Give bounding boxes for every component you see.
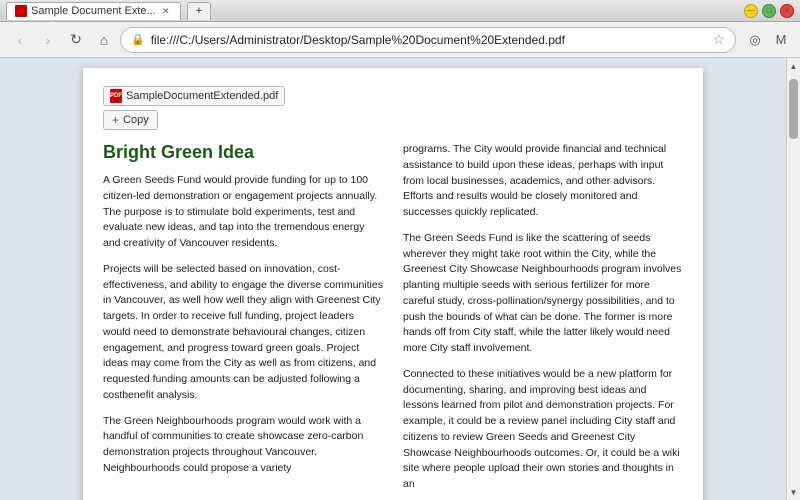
tab-close-button[interactable]: ✕ xyxy=(160,5,172,17)
forward-button[interactable]: › xyxy=(36,28,60,52)
maximize-button[interactable]: □ xyxy=(762,4,776,18)
plus-icon: + xyxy=(112,113,119,127)
paragraph-2: Projects will be selected based on innov… xyxy=(103,262,383,404)
new-tab-icon: + xyxy=(196,5,202,17)
left-column: Bright Green Idea A Green Seeds Fund wou… xyxy=(103,142,383,500)
tab-area: Sample Document Exte... ✕ + xyxy=(6,2,211,20)
reload-icon: ↻ xyxy=(70,31,82,48)
paragraph-1: A Green Seeds Fund would provide funding… xyxy=(103,173,383,252)
browser-content: PDF SampleDocumentExtended.pdf + Copy Br… xyxy=(0,58,800,500)
right-column: programs. The City would provide financi… xyxy=(403,142,683,500)
extension-icon-1[interactable]: ◎ xyxy=(744,29,766,51)
new-tab-button[interactable]: + xyxy=(187,2,211,20)
reload-button[interactable]: ↻ xyxy=(64,28,88,52)
scrollbar: ▲ ▼ xyxy=(786,58,800,500)
paragraph-6: Connected to these initiatives would be … xyxy=(403,367,683,493)
title-bar: Sample Document Exte... ✕ + — □ ✕ xyxy=(0,0,800,22)
window-controls: — □ ✕ xyxy=(744,4,794,18)
doc-content: Bright Green Idea A Green Seeds Fund wou… xyxy=(103,142,683,500)
back-button[interactable]: ‹ xyxy=(8,28,32,52)
pdf-icon: PDF xyxy=(110,89,122,103)
file-chip: PDF SampleDocumentExtended.pdf xyxy=(103,86,285,106)
home-button[interactable]: ⌂ xyxy=(92,28,116,52)
scrollbar-thumb[interactable] xyxy=(789,79,798,139)
active-tab[interactable]: Sample Document Exte... ✕ xyxy=(6,2,181,20)
address-bar[interactable]: 🔒 file:///C:/Users/Administrator/Desktop… xyxy=(120,27,736,53)
document-title: Bright Green Idea xyxy=(103,142,383,163)
back-icon: ‹ xyxy=(18,32,23,48)
file-chip-name: SampleDocumentExtended.pdf xyxy=(126,90,278,102)
nav-extensions: ◎ M xyxy=(744,29,792,51)
content-area: PDF SampleDocumentExtended.pdf + Copy Br… xyxy=(0,58,800,500)
bookmark-icon[interactable]: ☆ xyxy=(712,31,725,48)
copy-button[interactable]: + Copy xyxy=(103,110,158,130)
address-text: file:///C:/Users/Administrator/Desktop/S… xyxy=(151,33,707,47)
close-button[interactable]: ✕ xyxy=(780,4,794,18)
paragraph-5: The Green Seeds Fund is like the scatter… xyxy=(403,231,683,357)
tab-label: Sample Document Exte... xyxy=(31,5,156,17)
extension-icon-2[interactable]: M xyxy=(770,29,792,51)
home-icon: ⌂ xyxy=(100,32,108,48)
nav-bar: ‹ › ↻ ⌂ 🔒 file:///C:/Users/Administrator… xyxy=(0,22,800,58)
minimize-button[interactable]: — xyxy=(744,4,758,18)
paragraph-4: programs. The City would provide financi… xyxy=(403,142,683,221)
lock-icon: 🔒 xyxy=(131,33,145,46)
scroll-down-button[interactable]: ▼ xyxy=(787,484,800,500)
pdf-page: PDF SampleDocumentExtended.pdf + Copy Br… xyxy=(83,68,703,500)
copy-label: Copy xyxy=(123,114,149,126)
scrollbar-track[interactable] xyxy=(787,74,800,484)
paragraph-3: The Green Neighbourhoods program would w… xyxy=(103,414,383,477)
scroll-up-button[interactable]: ▲ xyxy=(787,58,800,74)
file-chip-row: PDF SampleDocumentExtended.pdf xyxy=(103,84,683,110)
forward-icon: › xyxy=(46,32,51,48)
tab-favicon xyxy=(15,5,27,17)
